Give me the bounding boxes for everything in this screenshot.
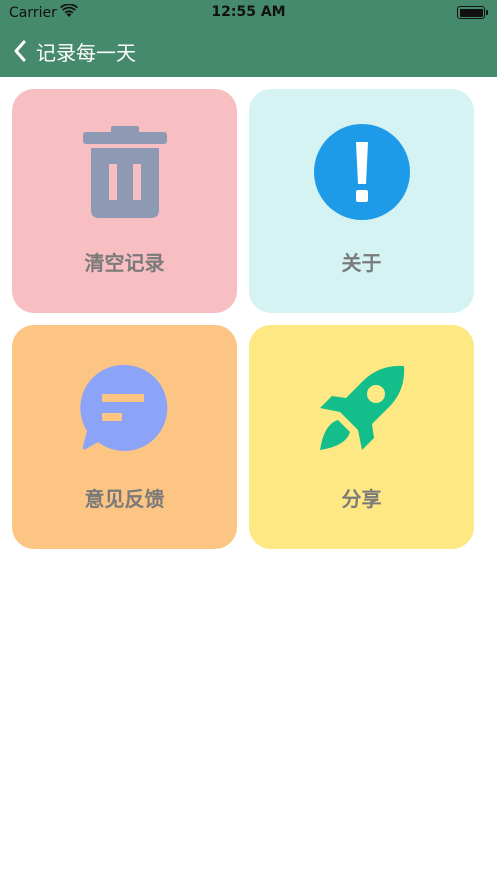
chevron-left-icon — [14, 40, 26, 62]
share-tile[interactable]: 分享 — [249, 325, 474, 549]
tile-label: 意见反馈 — [84, 487, 165, 511]
back-button[interactable]: 记录每一天 — [12, 36, 142, 66]
info-exclamation-icon — [313, 123, 410, 220]
clock: 12:55 AM — [211, 4, 286, 20]
status-bar: Carrier 12:55 AM — [0, 0, 497, 26]
menu-grid: 清空记录 关于 意见反馈 分享 — [12, 89, 485, 550]
trash-icon — [82, 125, 167, 218]
tile-label: 分享 — [341, 487, 382, 511]
page-title: 记录每一天 — [36, 40, 136, 65]
battery-icon — [457, 6, 488, 19]
tile-label: 清空记录 — [84, 251, 165, 275]
clear-records-tile[interactable]: 清空记录 — [12, 89, 237, 313]
rocket-icon — [319, 365, 404, 450]
top-bar: Carrier 12:55 AM 记录每一天 — [0, 0, 497, 77]
about-tile[interactable]: 关于 — [249, 89, 474, 313]
feedback-tile[interactable]: 意见反馈 — [12, 325, 237, 549]
chat-bubble-icon — [79, 364, 167, 451]
navigation-bar: 记录每一天 — [0, 28, 497, 74]
tile-label: 关于 — [341, 251, 382, 275]
